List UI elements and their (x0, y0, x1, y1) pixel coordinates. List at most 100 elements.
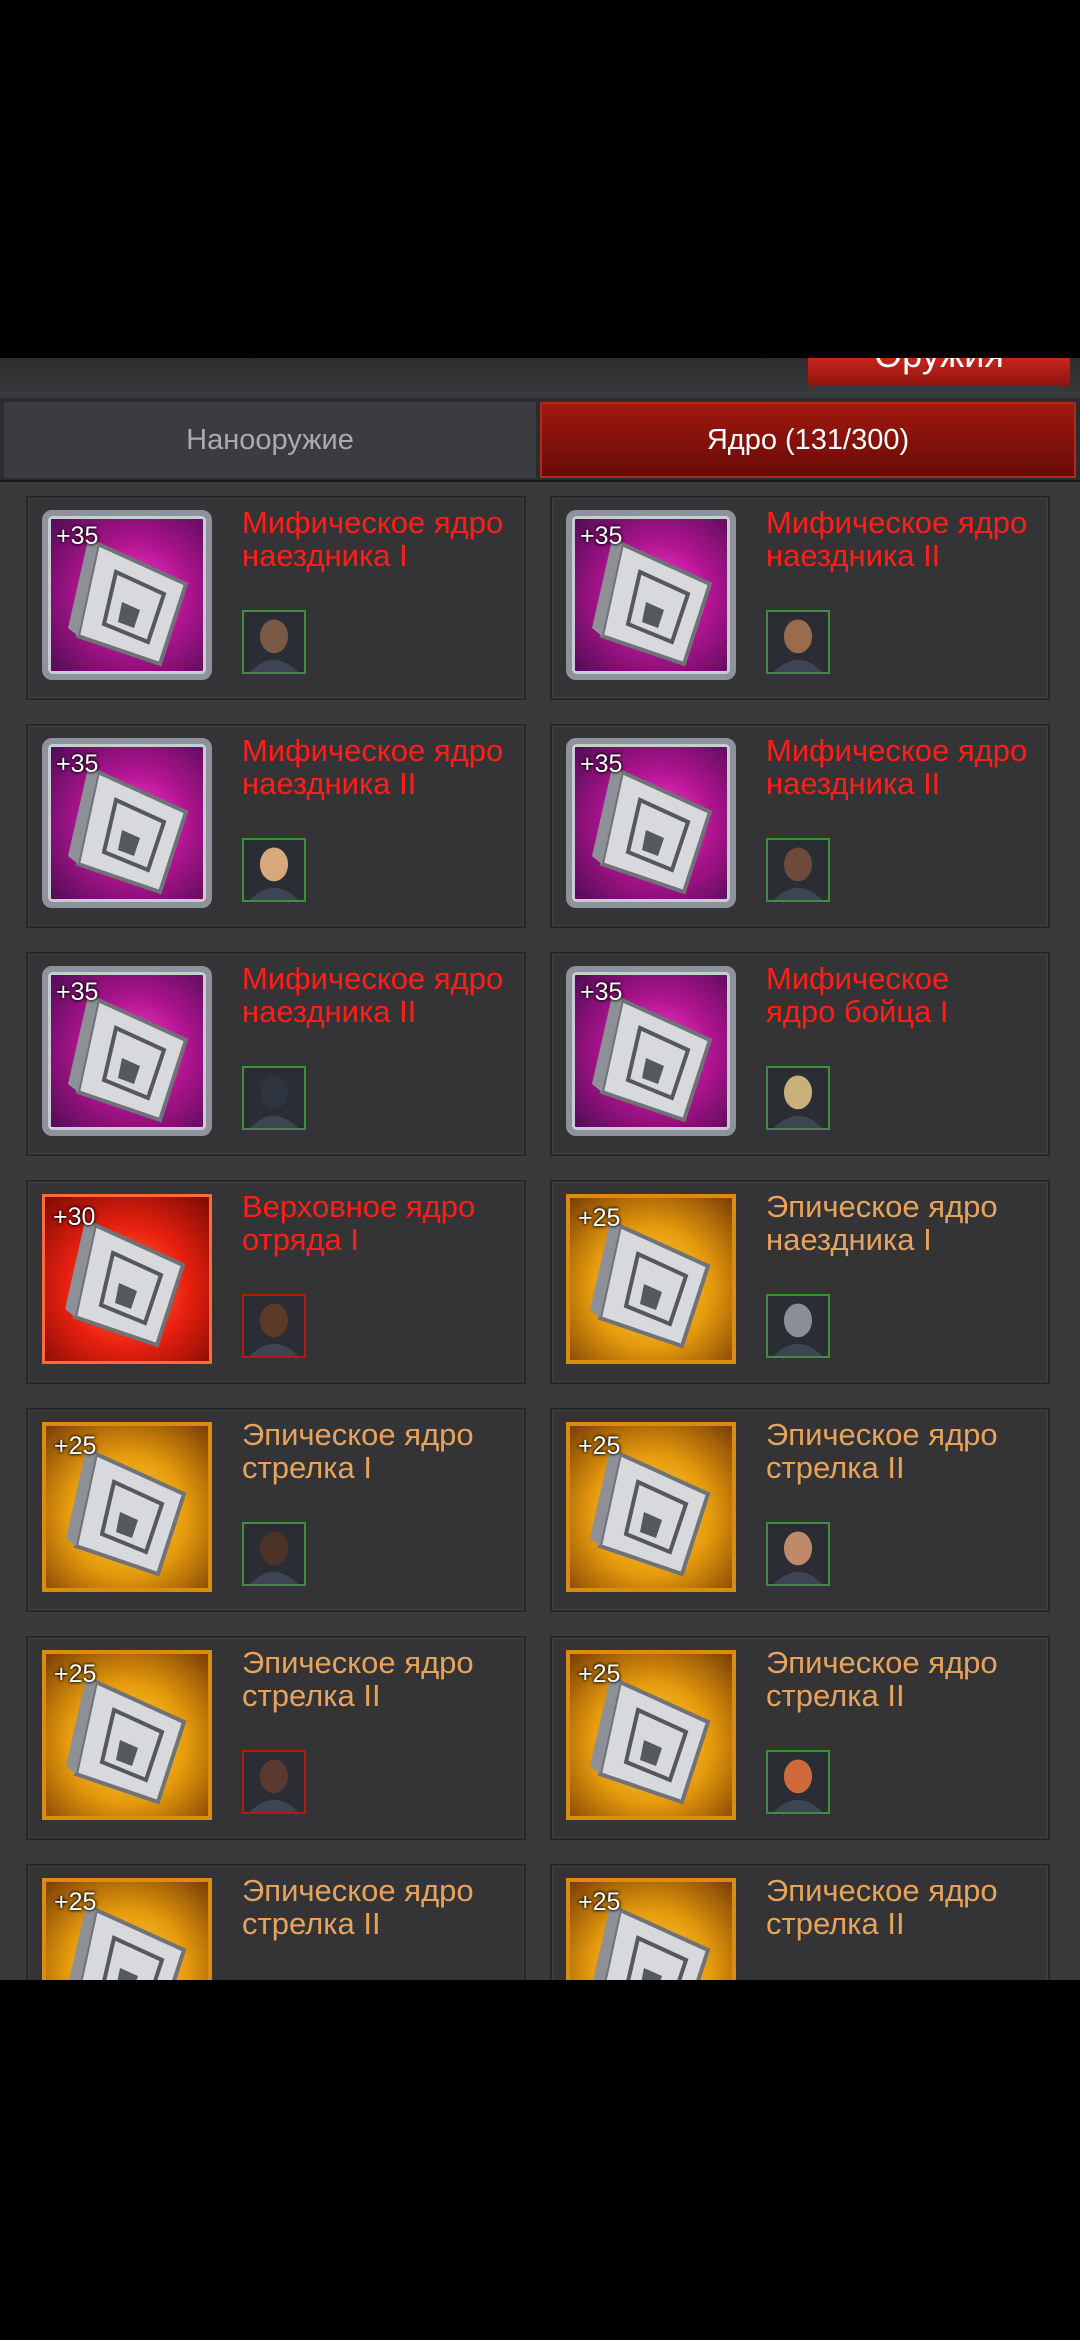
hero-woman-dark-portrait[interactable] (242, 1750, 306, 1814)
enhance-level: +25 (578, 1888, 621, 1916)
avatar-icon (768, 1296, 828, 1356)
core-icon-frame: +25 (42, 1650, 212, 1820)
core-icon-frame: +35 (42, 510, 212, 680)
core-name-line2: наездника II (766, 538, 941, 573)
core-name-line1: Верховное ядро (242, 1189, 476, 1224)
tab-nanoweapon[interactable]: Нанооружие (4, 402, 536, 478)
core-card[interactable]: +25 Эпическое ядро наездника I (550, 1180, 1050, 1384)
core-name: Мифическое ядро наездника II (242, 734, 522, 800)
core-name-line1: Эпическое ядро (242, 1873, 474, 1908)
hero-cowboy-portrait[interactable] (242, 1294, 306, 1358)
core-name: Эпическое ядро стрелка II (766, 1646, 1046, 1712)
rider-core-icon (590, 1222, 711, 1349)
avatar-icon (244, 1296, 304, 1356)
hero-masked-man-portrait[interactable] (766, 1294, 830, 1358)
rider-core-icon (68, 768, 189, 895)
hero-soldier-portrait[interactable] (242, 1522, 306, 1586)
core-name: Мифическое ядро наездника II (766, 506, 1046, 572)
core-card[interactable]: +35 Мифическое ядро наездника II (550, 496, 1050, 700)
avatar-icon (768, 1752, 828, 1812)
core-name-line2: наездника II (242, 766, 417, 801)
avatar-icon (244, 1752, 304, 1812)
core-icon-frame: +25 (566, 1878, 736, 1980)
core-name-line2: стрелка II (242, 1906, 381, 1941)
core-name-line1: Мифическое ядро (766, 733, 1028, 768)
enhance-level: +35 (580, 750, 623, 778)
core-name-line2: наездника II (242, 994, 417, 1029)
core-card[interactable]: +35 Мифическое ядро наездника II (26, 724, 526, 928)
core-name-line2: наездника I (766, 1222, 932, 1257)
core-card[interactable]: +35 Мифическое ядро наездника II (26, 952, 526, 1156)
core-name: Мифическое ядро наездника II (242, 962, 522, 1028)
core-name-line1: Мифическое (766, 961, 950, 996)
enhance-level: +35 (56, 978, 99, 1006)
avatar-icon (768, 1068, 828, 1128)
core-card[interactable]: +25 Эпическое ядро стрелка II (26, 1636, 526, 1840)
core-name-line1: Эпическое ядро (242, 1645, 474, 1680)
enhance-level: +25 (54, 1432, 97, 1460)
shooter-core-icon (66, 1678, 187, 1805)
core-icon-frame: +25 (42, 1422, 212, 1592)
avatar-icon (244, 1524, 304, 1584)
rider-core-icon (592, 540, 713, 667)
core-icon-frame: +25 (566, 1194, 736, 1364)
enhance-level: +30 (53, 1203, 96, 1231)
core-name-line2: стрелка I (242, 1450, 372, 1485)
core-card[interactable]: +25 Эпическое ядро стрелка II (550, 1864, 1050, 1980)
enhance-level: +35 (56, 750, 99, 778)
hero-bearded-man-portrait[interactable] (766, 838, 830, 902)
core-icon-frame: +25 (42, 1878, 212, 1980)
core-name-line2: стрелка II (766, 1678, 905, 1713)
core-icon-frame: +35 (42, 966, 212, 1136)
core-inventory-screen: Оружия Нанооружие Ядро (131/300) +35 Мифи… (0, 358, 1080, 1980)
core-name-line1: Мифическое ядро (242, 505, 504, 540)
avatar-icon (768, 612, 828, 672)
core-name-line2: наездника I (242, 538, 408, 573)
core-name: Эпическое ядро стрелка I (242, 1418, 522, 1484)
enhance-level: +25 (578, 1204, 621, 1232)
core-name-line1: Эпическое ядро (766, 1645, 998, 1680)
hero-sunglasses-portrait[interactable] (242, 610, 306, 674)
core-card[interactable]: +35 Мифическое ядро наездника I (26, 496, 526, 700)
core-card[interactable]: +25 Эпическое ядро стрелка II (550, 1636, 1050, 1840)
core-name-line2: ядро бойца I (766, 994, 949, 1029)
rider-core-icon (68, 996, 189, 1123)
hero-woman-bangs-portrait[interactable] (766, 1522, 830, 1586)
tab-bar: Нанооружие Ядро (131/300) (0, 398, 1080, 482)
core-card[interactable]: +25 Эпическое ядро стрелка I (26, 1408, 526, 1612)
shooter-core-icon (590, 1678, 711, 1805)
squad-core-icon (65, 1221, 186, 1348)
hero-nurse-portrait[interactable] (242, 838, 306, 902)
shooter-core-icon (66, 1450, 187, 1577)
enhance-level: +35 (580, 522, 623, 550)
core-name: Эпическое ядро стрелка II (766, 1418, 1046, 1484)
core-name: Мифическое ядро бойца I (766, 962, 1046, 1028)
core-icon-frame: +35 (42, 738, 212, 908)
hero-man-portrait[interactable] (766, 610, 830, 674)
avatar-icon (244, 612, 304, 672)
core-name-line2: стрелка II (766, 1450, 905, 1485)
core-name-line1: Мифическое ядро (242, 733, 504, 768)
avatar-icon (244, 1068, 304, 1128)
rider-core-icon (68, 540, 189, 667)
hero-gasmask-portrait[interactable] (766, 1066, 830, 1130)
core-card[interactable]: +35 Мифическое ядро бойца I (550, 952, 1050, 1156)
weapons-tab[interactable]: Оружия (808, 358, 1070, 386)
core-card[interactable]: +25 Эпическое ядро стрелка II (550, 1408, 1050, 1612)
enhance-level: +25 (578, 1432, 621, 1460)
shooter-core-icon (590, 1450, 711, 1577)
core-name-line1: Мифическое ядро (242, 961, 504, 996)
enhance-level: +25 (578, 1660, 621, 1688)
enhance-level: +25 (54, 1660, 97, 1688)
core-name: Эпическое ядро стрелка II (242, 1874, 522, 1940)
hero-redhead-portrait[interactable] (766, 1750, 830, 1814)
tab-core[interactable]: Ядро (131/300) (540, 402, 1076, 478)
enhance-level: +35 (56, 522, 99, 550)
weapons-tab-label: Оружия (808, 358, 1070, 376)
hero-masked-hood-portrait[interactable] (242, 1066, 306, 1130)
core-card[interactable]: +30 Верховное ядро отряда I (26, 1180, 526, 1384)
avatar-icon (768, 840, 828, 900)
core-card[interactable]: +35 Мифическое ядро наездника II (550, 724, 1050, 928)
fighter-core-icon (592, 996, 713, 1123)
core-card[interactable]: +25 Эпическое ядро стрелка II (26, 1864, 526, 1980)
